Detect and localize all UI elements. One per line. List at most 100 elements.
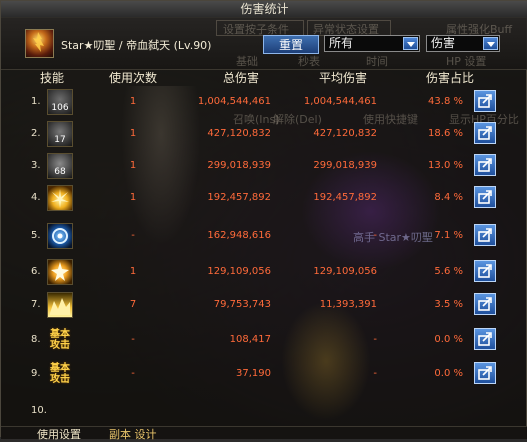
character-avatar: [25, 29, 54, 58]
skill-slot[interactable]: [47, 259, 73, 285]
total-cell: 427,120,832: [207, 128, 271, 139]
row-index: 1.: [31, 96, 41, 107]
row-index: 2.: [31, 128, 41, 139]
window-title: 伤害统计: [1, 1, 527, 18]
skill-slot[interactable]: [47, 223, 73, 249]
total-cell: 129,109,056: [207, 266, 271, 277]
share-button[interactable]: [474, 224, 496, 246]
col-avg: 平均伤害: [319, 71, 368, 85]
uses-cell: 1: [129, 192, 137, 203]
metric-dropdown[interactable]: 伤害: [426, 35, 500, 52]
table-row: 5. - 162,948,616 - 7.1 %: [1, 220, 527, 252]
share-icon: [478, 228, 492, 242]
share-button[interactable]: [474, 122, 496, 144]
footer-item-dungeon[interactable]: 副本 设计: [109, 426, 157, 442]
pct-cell: 18.6 %: [428, 128, 463, 139]
basic-attack-slot[interactable]: 基本 攻击: [47, 361, 73, 387]
pct-cell: 8.4 %: [434, 192, 463, 203]
row-index: 4.: [31, 192, 41, 203]
pct-cell: 7.1 %: [434, 230, 463, 241]
row-index: 5.: [31, 230, 41, 241]
uses-cell: 1: [129, 96, 137, 107]
share-icon: [478, 366, 492, 380]
row-index: 6.: [31, 266, 41, 277]
share-button[interactable]: [474, 154, 496, 176]
table-row: 3. 68 1 299,018,939 299,018,939 13.0 %: [1, 150, 527, 182]
pct-cell: 43.8 %: [428, 96, 463, 107]
avg-cell: 192,457,892: [313, 192, 377, 203]
footer-item-settings[interactable]: 使用设置: [37, 426, 81, 442]
basic-attack-slot[interactable]: 基本 攻击: [47, 327, 73, 353]
table-row: 2. 17 1 427,120,832 427,120,832 18.6 %: [1, 118, 527, 150]
share-button[interactable]: [474, 362, 496, 384]
uses-cell: -: [131, 334, 135, 345]
chevron-down-icon[interactable]: [403, 37, 418, 50]
share-icon: [478, 264, 492, 278]
pct-cell: 0.0 %: [434, 368, 463, 379]
share-button[interactable]: [474, 90, 496, 112]
share-icon: [478, 94, 492, 108]
pct-cell: 5.6 %: [434, 266, 463, 277]
bg-basic-label: 基础: [236, 55, 258, 68]
share-button[interactable]: [474, 186, 496, 208]
blue-ring-icon: [52, 228, 68, 244]
share-button[interactable]: [474, 328, 496, 350]
uses-cell: 1: [129, 266, 137, 277]
golden-wave-icon: [50, 298, 70, 315]
skill-slot[interactable]: [47, 292, 73, 318]
total-cell: 1,004,544,461: [197, 96, 271, 107]
skill-badge: 68: [54, 167, 66, 177]
total-cell: 79,753,743: [213, 299, 271, 310]
col-uses: 使用次数: [109, 71, 158, 85]
avg-cell: 1,004,544,461: [303, 96, 377, 107]
uses-cell: -: [131, 368, 135, 379]
filter-dropdown[interactable]: 所有: [324, 35, 420, 52]
character-name: Star★叨聖 / 帝血弑天 (Lv.90): [61, 39, 212, 52]
table-row: 1. 106 1 1,004,544,461 1,004,544,461 43.…: [1, 86, 527, 118]
share-button[interactable]: [474, 260, 496, 282]
metric-dropdown-value: 伤害: [431, 36, 456, 50]
skill-slot[interactable]: 68: [47, 153, 73, 179]
table-row: 4. 1 192,457,892 192,457,892 8.4 %: [1, 182, 527, 214]
bg-hp-label: HP 设置: [446, 55, 487, 68]
total-cell: 162,948,616: [207, 230, 271, 241]
row-index: 9.: [31, 368, 41, 379]
footer-bar: 使用设置 副本 设计: [1, 426, 527, 442]
skill-badge: 106: [51, 103, 69, 113]
col-total: 总伤害: [223, 71, 260, 85]
flame-warrior-icon: [33, 32, 44, 52]
share-icon: [478, 158, 492, 172]
skill-slot[interactable]: 17: [47, 121, 73, 147]
total-cell: 299,018,939: [207, 160, 271, 171]
table-row: 6. 1 129,109,056 129,109,056 5.6 %: [1, 256, 527, 288]
share-icon: [478, 297, 492, 311]
avg-cell: -: [373, 230, 377, 241]
share-icon: [478, 332, 492, 346]
total-cell: 37,190: [236, 368, 271, 379]
share-button[interactable]: [474, 293, 496, 315]
row-index: 10.: [31, 405, 47, 416]
skill-slot[interactable]: 106: [47, 89, 73, 115]
total-cell: 108,417: [229, 334, 271, 345]
filter-dropdown-value: 所有: [329, 36, 354, 50]
avg-cell: 299,018,939: [313, 160, 377, 171]
row-index: 7.: [31, 299, 41, 310]
damage-stats-window: 伤害统计 设置按子条件 异常状态设置 属性强化Buff 基础 秒表 时间 HP …: [0, 0, 527, 442]
skill-slot[interactable]: [47, 185, 73, 211]
avg-cell: 11,393,391: [319, 299, 377, 310]
avg-cell: -: [373, 334, 377, 345]
col-skill: 技能: [40, 71, 65, 85]
table-row: 9. 基本 攻击 - 37,190 - 0.0 %: [1, 358, 527, 390]
reset-button[interactable]: 重置: [263, 35, 319, 54]
row-index: 3.: [31, 160, 41, 171]
chevron-down-icon[interactable]: [483, 37, 498, 50]
share-icon: [478, 126, 492, 140]
table-row: 8. 基本 攻击 - 108,417 - 0.0 %: [1, 324, 527, 356]
uses-cell: 1: [129, 128, 137, 139]
skill-badge: 17: [54, 135, 66, 145]
pct-cell: 13.0 %: [428, 160, 463, 171]
uses-cell: 7: [129, 299, 137, 310]
yellow-star-burst-icon: [51, 262, 69, 281]
avg-cell: 129,109,056: [313, 266, 377, 277]
pct-cell: 3.5 %: [434, 299, 463, 310]
